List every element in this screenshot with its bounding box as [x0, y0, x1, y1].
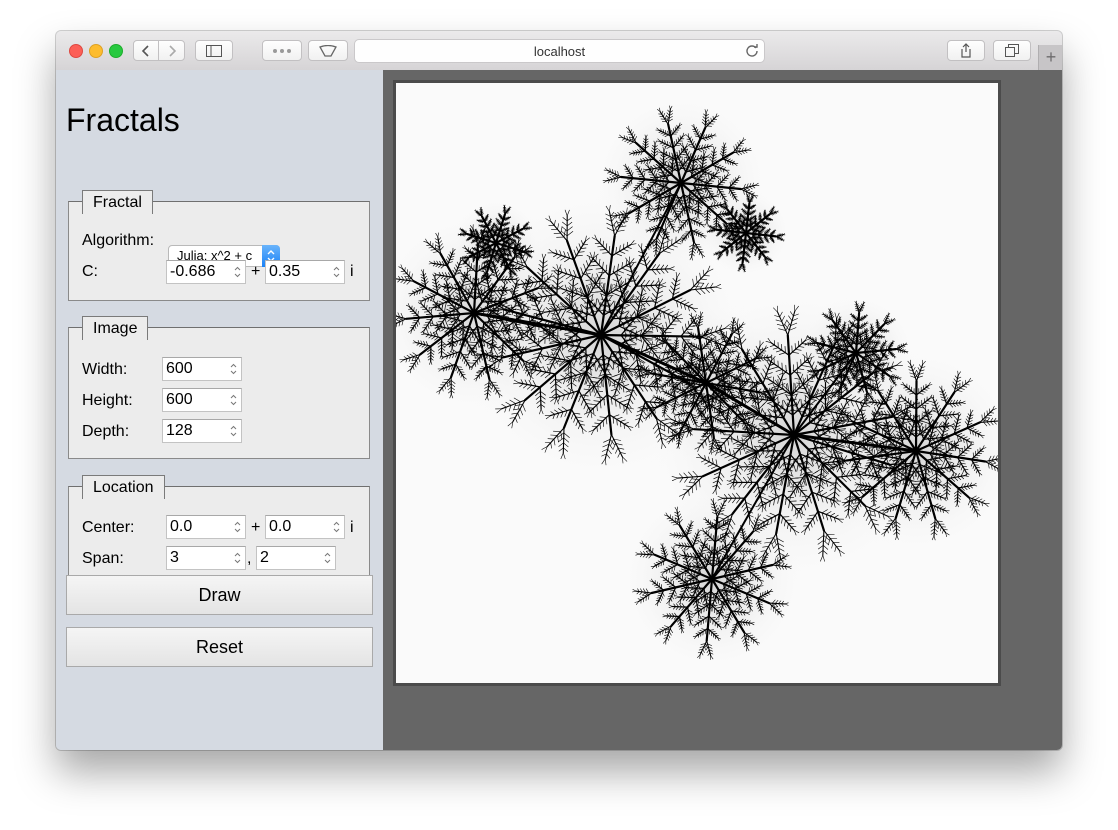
c-imag-input[interactable] [265, 260, 345, 284]
fractal-canvas[interactable] [393, 80, 1001, 686]
more-button[interactable] [262, 40, 302, 61]
span-y-input[interactable] [256, 546, 336, 570]
plus-sign: + [251, 263, 261, 280]
stepper-icon[interactable] [332, 266, 341, 278]
center-imag-input[interactable] [265, 515, 345, 539]
stepper-icon[interactable] [229, 394, 238, 406]
center-real-input[interactable] [166, 515, 246, 539]
span-y-value[interactable] [257, 547, 322, 569]
forward-button[interactable] [158, 40, 185, 61]
chevron-right-icon [168, 44, 176, 57]
page-title: Fractals [66, 102, 180, 138]
minimize-window-button[interactable] [89, 44, 103, 58]
back-button[interactable] [133, 40, 159, 61]
reload-icon[interactable] [745, 43, 759, 57]
zoom-window-button[interactable] [109, 44, 123, 58]
browser-window: localhost + Fractals Fractal Algorithm: … [56, 31, 1062, 750]
tabs-icon [1005, 44, 1019, 57]
shield-icon [319, 44, 337, 57]
width-value[interactable] [163, 358, 228, 380]
fractal-legend: Fractal [82, 190, 153, 214]
width-label: Width: [82, 361, 128, 378]
sidebar-icon [206, 44, 222, 57]
stepper-icon[interactable] [229, 425, 238, 437]
stepper-icon[interactable] [233, 521, 242, 533]
share-button[interactable] [947, 40, 985, 61]
browser-toolbar: localhost + [56, 31, 1062, 71]
image-legend: Image [82, 316, 149, 340]
c-real-input[interactable] [166, 260, 246, 284]
c-imag-value[interactable] [266, 261, 331, 283]
location-fieldset: Location Center: + i Span: , [68, 475, 370, 587]
control-sidebar: Fractals Fractal Algorithm: Julia: x^2 +… [56, 70, 383, 750]
share-icon [961, 43, 971, 58]
stepper-icon[interactable] [332, 521, 341, 533]
comma-separator: , [247, 550, 252, 567]
stepper-icon[interactable] [229, 363, 238, 375]
height-value[interactable] [163, 389, 228, 411]
height-label: Height: [82, 392, 133, 409]
address-bar[interactable]: localhost [354, 39, 765, 63]
imaginary-suffix: i [350, 263, 354, 280]
fractal-fieldset: Fractal Algorithm: Julia: x^2 + c C: + i [68, 190, 370, 301]
location-legend: Location [82, 475, 165, 499]
center-real-value[interactable] [167, 516, 232, 538]
stepper-icon[interactable] [233, 552, 242, 564]
imaginary-suffix: i [350, 519, 354, 536]
center-label: Center: [82, 519, 135, 536]
julia-set-image [396, 93, 998, 672]
close-window-button[interactable] [69, 44, 83, 58]
canvas-area [383, 70, 1062, 750]
more-dots-icon [273, 48, 291, 53]
reader-button[interactable] [308, 40, 348, 61]
stepper-icon[interactable] [323, 552, 332, 564]
depth-label: Depth: [82, 423, 130, 440]
height-input[interactable] [162, 388, 242, 412]
sidebar-toggle-button[interactable] [195, 40, 233, 61]
center-imag-value[interactable] [266, 516, 331, 538]
algorithm-label: Algorithm: [82, 232, 155, 249]
url-text: localhost [533, 43, 586, 59]
span-x-value[interactable] [167, 547, 232, 569]
depth-input[interactable] [162, 419, 242, 443]
image-fieldset: Image Width: Height: Depth: [68, 316, 370, 459]
c-label: C: [82, 263, 98, 280]
new-tab-button[interactable]: + [1038, 45, 1062, 70]
plus-sign: + [251, 519, 261, 536]
draw-button[interactable]: Draw [66, 575, 373, 615]
span-label: Span: [82, 550, 124, 567]
stepper-icon[interactable] [233, 266, 242, 278]
c-real-value[interactable] [167, 261, 232, 283]
width-input[interactable] [162, 357, 242, 381]
span-x-input[interactable] [166, 546, 246, 570]
depth-value[interactable] [163, 420, 228, 442]
chevron-left-icon [141, 44, 149, 57]
tabs-overview-button[interactable] [993, 40, 1031, 61]
reset-button[interactable]: Reset [66, 627, 373, 667]
